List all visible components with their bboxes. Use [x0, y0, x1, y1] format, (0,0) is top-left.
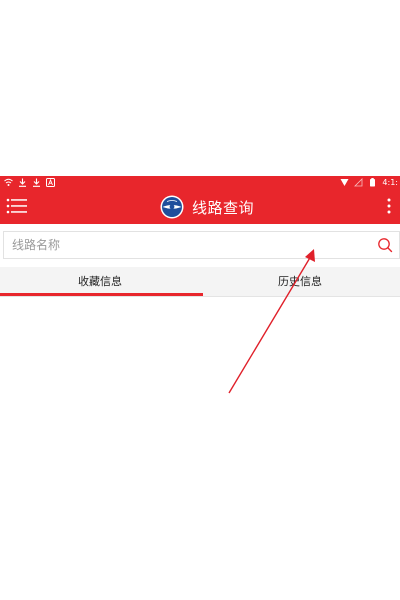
search-bar: [3, 231, 400, 259]
search-input[interactable]: [12, 232, 372, 258]
signal-icon: [340, 178, 349, 187]
wifi-icon: [4, 178, 13, 187]
tab-selected-indicator: [0, 293, 203, 296]
notification-a-icon: [46, 178, 55, 187]
search-icon[interactable]: [377, 237, 393, 253]
status-time: 4:1:: [382, 178, 398, 187]
battery-icon: [368, 178, 377, 187]
airline-logo-icon: [160, 195, 184, 219]
app-bar: 线路查询: [0, 189, 400, 224]
status-bar-right: 4:1:: [340, 178, 398, 187]
app-screen: 4:1: 线路查询 线路名称 收藏信息 历史信息: [0, 0, 400, 600]
hamburger-menu-icon[interactable]: [6, 197, 28, 215]
download-icon: [32, 178, 41, 187]
download-icon: [18, 178, 27, 187]
page-title: 线路查询: [192, 198, 255, 217]
status-bar-left: [4, 178, 55, 187]
annotation-arrow-icon: [228, 249, 315, 394]
more-vertical-icon[interactable]: [384, 197, 394, 215]
tab-history[interactable]: 历史信息: [200, 267, 400, 297]
app-title-group: 线路查询: [160, 194, 254, 220]
status-bar: 4:1:: [0, 176, 400, 189]
sim-icon: [354, 178, 363, 187]
app-header: 4:1: 线路查询: [0, 176, 400, 224]
